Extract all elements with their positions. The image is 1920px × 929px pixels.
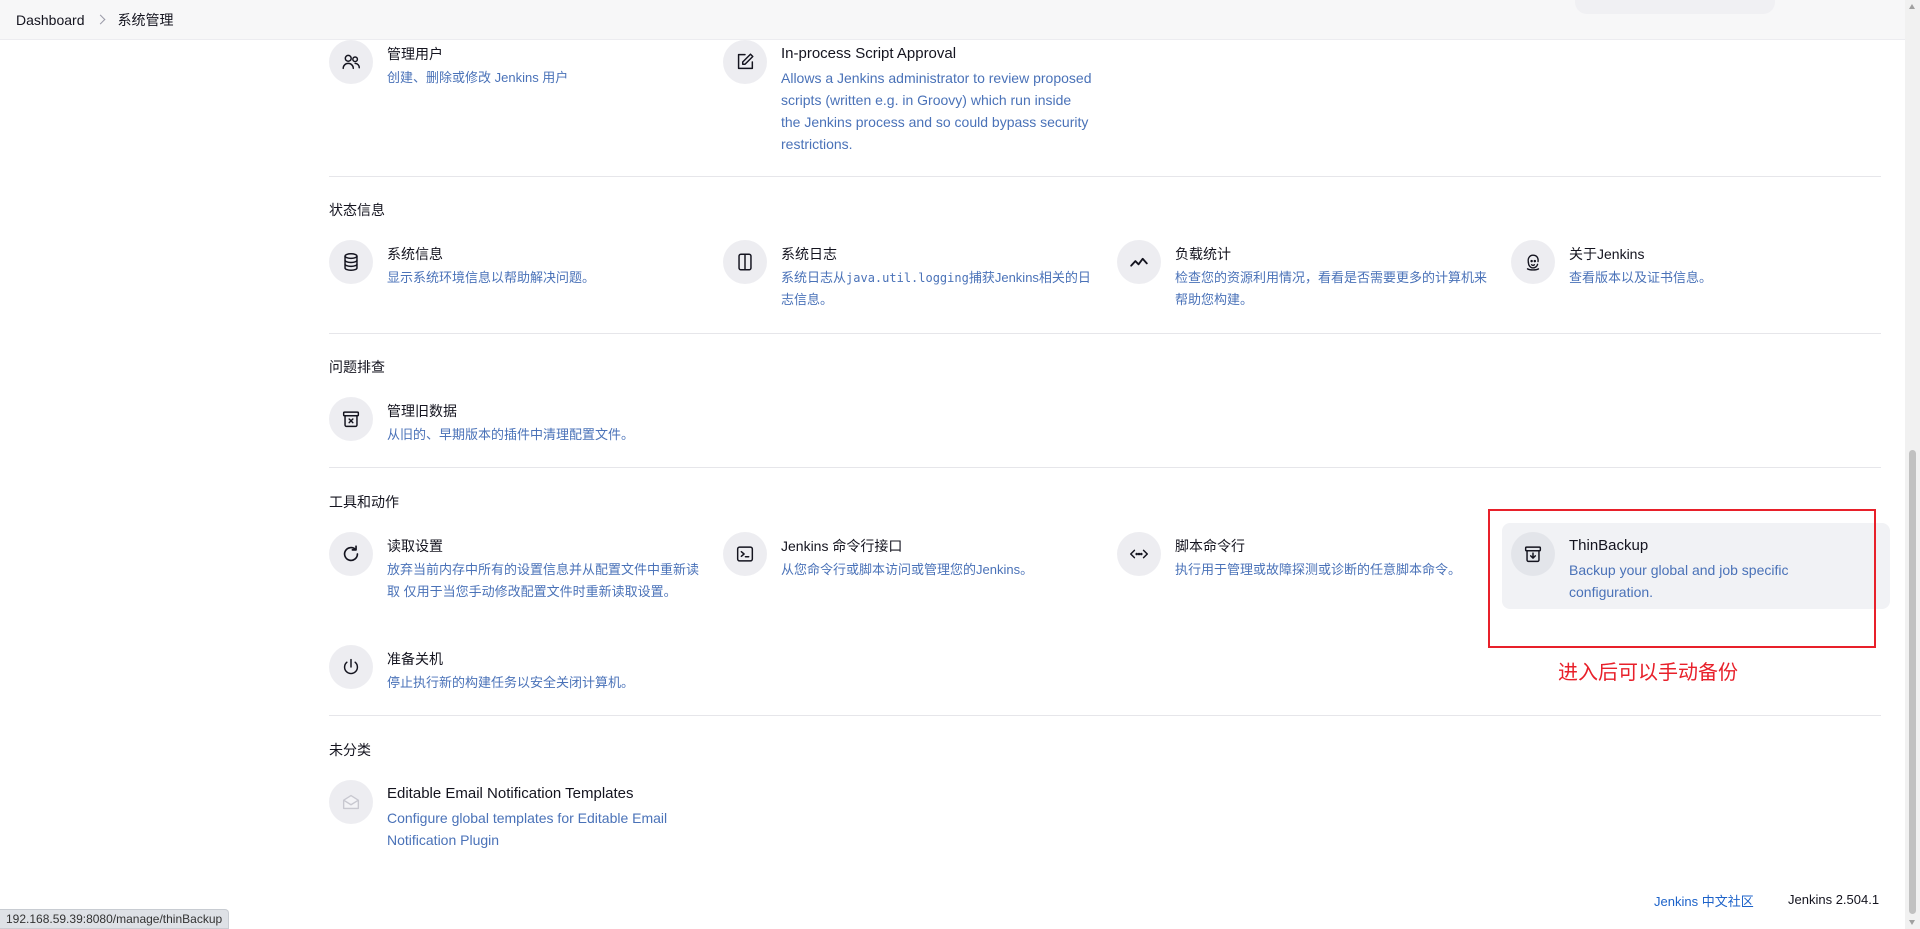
item-desc: 查看版本以及证书信息。: [1569, 270, 1713, 285]
email-icon: [329, 780, 373, 824]
system-log-item[interactable]: 系统日志 系统日志从java.util.logging捕获Jenkins相关的日…: [723, 240, 1093, 311]
version-button[interactable]: Jenkins 2.504.1: [1788, 892, 1879, 907]
item-title: 管理用户: [387, 46, 443, 62]
annotation-box: [1488, 509, 1876, 648]
manage-users-item[interactable]: 管理用户 创建、删除或修改 Jenkins 用户: [329, 40, 689, 89]
item-desc: 检查您的资源利用情况，看看是否需要更多的计算机来帮助您构建。: [1175, 270, 1488, 307]
item-title: 关于Jenkins: [1569, 246, 1645, 262]
item-desc: 停止执行新的构建任务以安全关闭计算机。: [387, 675, 635, 690]
archive-x-icon: [329, 397, 373, 441]
annotation-text: 进入后可以手动备份: [1558, 662, 1738, 684]
scrollbar-thumb[interactable]: [1909, 450, 1916, 914]
prepare-shutdown-item[interactable]: 准备关机 停止执行新的构建任务以安全关闭计算机。: [329, 645, 699, 694]
item-title: Editable Email Notification Templates: [387, 785, 634, 802]
item-desc: Configure global templates for Editable …: [387, 810, 668, 848]
terminal-icon: [723, 532, 767, 576]
section-title-troubleshooting: 问题排查: [329, 359, 385, 375]
status-url: 192.168.59.39:8080/manage/thinBackup: [0, 909, 230, 929]
section-divider: [329, 715, 1881, 716]
item-title: 管理旧数据: [387, 403, 457, 419]
vertical-scrollbar[interactable]: [1905, 0, 1920, 929]
trend-icon: [1117, 240, 1161, 284]
breadcrumb-bar: Dashboard 系统管理: [0, 0, 1905, 40]
section-title-status: 状态信息: [329, 202, 385, 218]
section-title-tools: 工具和动作: [329, 494, 399, 510]
chevron-right-icon: [95, 14, 105, 25]
system-info-item[interactable]: 系统信息 显示系统环境信息以帮助解决问题。: [329, 240, 689, 289]
item-desc: 从您命令行或脚本访问或管理您的Jenkins。: [781, 562, 1034, 577]
script-console-item[interactable]: 脚本命令行 执行用于管理或故障探测或诊断的任意脚本命令。: [1117, 532, 1487, 581]
item-desc: 从旧的、早期版本的插件中清理配置文件。: [387, 427, 635, 442]
item-desc: Allows a Jenkins administrator to review…: [781, 70, 1092, 152]
desc-code: java.util.logging: [846, 271, 969, 285]
breadcrumb-current[interactable]: 系统管理: [118, 10, 174, 30]
load-stats-item[interactable]: 负载统计 检查您的资源利用情况，看看是否需要更多的计算机来帮助您构建。: [1117, 240, 1487, 311]
edit-icon: [723, 40, 767, 84]
item-title: 准备关机: [387, 651, 443, 667]
breadcrumb-dashboard[interactable]: Dashboard: [16, 12, 85, 28]
item-title: 负载统计: [1175, 246, 1231, 262]
reload-config-item[interactable]: 读取设置 放弃当前内存中所有的设置信息并从配置文件中重新读取 仅用于当您手动修改…: [329, 532, 699, 603]
desc-pre: 系统日志从: [781, 270, 847, 285]
item-title: 系统信息: [387, 246, 443, 262]
item-title: 系统日志: [781, 246, 837, 262]
section-divider: [329, 333, 1881, 334]
item-title: 读取设置: [387, 538, 443, 554]
item-desc: 放弃当前内存中所有的设置信息并从配置文件中重新读取 仅用于当您手动修改配置文件时…: [387, 562, 700, 599]
about-jenkins-item[interactable]: 关于Jenkins 查看版本以及证书信息。: [1511, 240, 1871, 289]
power-icon: [329, 645, 373, 689]
scroll-down-icon[interactable]: [1909, 920, 1915, 925]
community-link[interactable]: Jenkins 中文社区: [1654, 891, 1754, 910]
item-desc: 执行用于管理或故障探测或诊断的任意脚本命令。: [1175, 562, 1462, 577]
scroll-up-icon[interactable]: [1909, 4, 1915, 9]
log-icon: [723, 240, 767, 284]
item-title: 脚本命令行: [1175, 538, 1245, 554]
database-icon: [329, 240, 373, 284]
section-divider: [329, 467, 1881, 468]
item-desc: 显示系统环境信息以帮助解决问题。: [387, 270, 596, 285]
item-title: In-process Script Approval: [781, 45, 957, 62]
code-icon: [1117, 532, 1161, 576]
reload-icon: [329, 532, 373, 576]
item-desc: 系统日志从java.util.logging捕获Jenkins相关的日志信息。: [781, 267, 1093, 311]
item-title: Jenkins 命令行接口: [781, 538, 903, 554]
section-title-uncategorized: 未分类: [329, 742, 371, 758]
cli-item[interactable]: Jenkins 命令行接口 从您命令行或脚本访问或管理您的Jenkins。: [723, 532, 1093, 581]
email-templates-item[interactable]: Editable Email Notification Templates Co…: [329, 780, 699, 851]
users-icon: [329, 40, 373, 84]
jenkins-icon: [1511, 240, 1555, 284]
item-desc: 创建、删除或修改 Jenkins 用户: [387, 70, 569, 85]
script-approval-item[interactable]: In-process Script Approval Allows a Jenk…: [723, 40, 1093, 155]
section-divider: [329, 176, 1881, 177]
search-box[interactable]: [1575, 0, 1775, 14]
old-data-item[interactable]: 管理旧数据 从旧的、早期版本的插件中清理配置文件。: [329, 397, 689, 446]
